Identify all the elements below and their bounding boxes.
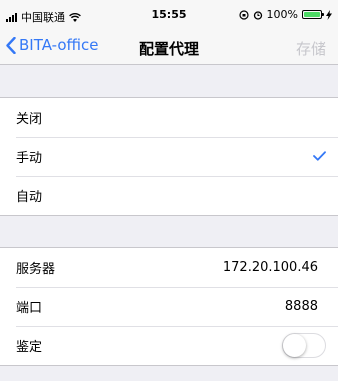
charging-bolt-icon [326, 9, 332, 20]
navigation-bar: BITA-office 配置代理 存储 [0, 30, 338, 65]
manual-settings-group: 服务器 172.20.100.46 端口 8888 鉴定 [0, 247, 338, 366]
toggle-knob [283, 334, 306, 357]
proxy-mode-label: 自动 [16, 190, 43, 205]
auth-row: 鉴定 [0, 326, 338, 365]
auth-toggle[interactable] [282, 333, 326, 358]
server-value[interactable]: 172.20.100.46 [223, 260, 318, 275]
status-bar: 中国联通 15:55 100% [0, 0, 338, 30]
save-button[interactable]: 存储 [296, 38, 326, 59]
page-title: 配置代理 [138, 40, 199, 58]
proxy-mode-label: 手动 [16, 151, 43, 166]
proxy-mode-label: 关闭 [16, 112, 43, 127]
alarm-icon [253, 10, 262, 20]
port-label: 端口 [16, 301, 43, 316]
orientation-lock-icon [238, 9, 249, 20]
port-value[interactable]: 8888 [285, 299, 318, 314]
proxy-mode-off[interactable]: 关闭 [0, 98, 338, 137]
server-label: 服务器 [16, 262, 56, 277]
port-row[interactable]: 端口 8888 [0, 287, 338, 326]
server-row[interactable]: 服务器 172.20.100.46 [0, 248, 338, 287]
battery-percent: 100% [266, 8, 298, 21]
proxy-mode-manual[interactable]: 手动 [0, 137, 338, 176]
auth-label: 鉴定 [16, 340, 43, 355]
checkmark-icon [313, 151, 326, 161]
proxy-mode-group: 关闭 手动 自动 [0, 97, 338, 216]
battery-icon [302, 10, 324, 19]
status-right: 100% [238, 8, 332, 21]
proxy-mode-auto[interactable]: 自动 [0, 176, 338, 215]
